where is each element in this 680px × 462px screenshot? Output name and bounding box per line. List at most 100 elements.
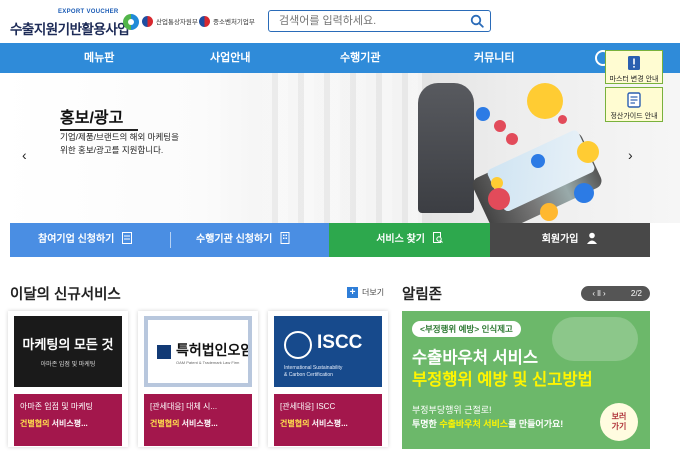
notice-headline: 수출바우처 서비스: [412, 349, 539, 367]
service-card-info: [관세대응] 대체 시... 건별협의 서비스평...: [144, 394, 252, 446]
hero-prev-arrow-icon[interactable]: ‹: [22, 147, 27, 163]
hero-description: 기업/제품/브랜드의 해외 마케팅을 위한 홍보/광고를 지원합니다.: [60, 131, 220, 157]
signup-label: 회원가입: [541, 234, 579, 245]
logo-title: 수출지원기반활용사업: [10, 22, 130, 37]
globe-icon: [284, 331, 312, 359]
more-label: 더보기: [362, 288, 385, 297]
law-firm-logo-icon: [157, 345, 171, 359]
master-change-guide-button[interactable]: 마스터 변경 안내: [605, 50, 663, 84]
logo-mark-icon: [123, 14, 139, 30]
service-card-price-type: 건별협의: [20, 419, 50, 428]
user-icon: [587, 232, 598, 244]
service-card-meta: 건별협의 서비스평...: [150, 418, 246, 429]
header: EXPORT VOUCHER 수출지원기반활용사업 산업통상자원부 중소벤처기업…: [0, 0, 680, 43]
hero-next-arrow-icon[interactable]: ›: [628, 147, 633, 163]
service-card[interactable]: 특허법인오암 OAM Patent & Trademark Law Firm […: [138, 311, 258, 447]
service-card-price-type: 건별협의: [280, 419, 310, 428]
service-card-info: 아마존 입점 및 마케팅 건별협의 서비스평...: [14, 394, 122, 446]
like-icon: [476, 107, 490, 121]
hero-description-line: 위한 홍보/광고를 지원합니다.: [60, 145, 164, 155]
smile-emoji-icon: [527, 83, 563, 119]
notice-description-highlight: 수출바우처 서비스: [439, 419, 509, 429]
thumbnail-title: 특허법인오암: [176, 342, 252, 358]
find-service-label: 서비스 찾기: [376, 234, 425, 245]
service-card-info: [관세대응] ISCC 건별협의 서비스평...: [274, 394, 382, 446]
service-card-title: 아마존 입점 및 마케팅: [20, 402, 93, 411]
notice-title: 알림존: [402, 287, 443, 303]
thumbnail-subtitle: 아마존 입점 및 마케팅: [40, 362, 96, 368]
thumbnail-subtitle: International Sustainability & Carbon Ce…: [284, 365, 342, 379]
gov-logo-motie[interactable]: 산업통상자원부: [142, 13, 198, 29]
nav-item-community[interactable]: 커뮤니티: [474, 43, 514, 73]
service-card-title: [관세대응] ISCC: [280, 402, 336, 411]
site-logo[interactable]: EXPORT VOUCHER 수출지원기반활용사업: [10, 9, 139, 37]
heart-icon: [488, 188, 510, 210]
search-input[interactable]: [279, 13, 459, 29]
emblem-icon: [199, 15, 210, 27]
form-edit-icon: [122, 232, 133, 244]
search-document-icon: [432, 232, 443, 243]
service-card-meta-text: 서비스평...: [49, 419, 88, 428]
nav-item-menu[interactable]: 메뉴판: [84, 43, 114, 73]
apply-company-button[interactable]: 참여기업 신청하기: [38, 223, 133, 257]
logo-subtitle: EXPORT VOUCHER: [58, 9, 119, 15]
heart-eyes-emoji-icon: [577, 141, 599, 163]
like-icon: [531, 154, 545, 168]
service-card-thumbnail: 마케팅의 모든 것 아마존 입점 및 마케팅: [14, 316, 122, 387]
find-service-button[interactable]: 서비스 찾기: [329, 223, 490, 257]
heart-icon: [558, 115, 567, 124]
hero-background-curtain: [262, 73, 422, 223]
hero-background-lamp: [418, 83, 474, 213]
hero-banner[interactable]: 홍보/광고 기업/제품/브랜드의 해외 마케팅을 위한 홍보/광고를 지원합니다…: [0, 73, 680, 223]
side-button-label: 마스터 변경 안내: [609, 76, 659, 83]
service-card-thumbnail: 특허법인오암 OAM Patent & Trademark Law Firm: [144, 316, 252, 387]
view-button-label: 보러: [611, 412, 627, 421]
gov-logo-mss[interactable]: 중소벤처기업부: [199, 13, 255, 29]
service-card-meta: 건별협의 서비스평...: [280, 418, 376, 429]
plus-icon: +: [347, 287, 358, 298]
notice-description-text: 투명한: [412, 419, 440, 429]
search-icon[interactable]: [470, 14, 484, 28]
handshake-image: [552, 317, 638, 361]
thumbnail-subtitle: OAM Patent & Trademark Law Firm: [176, 360, 240, 365]
apply-agency-button[interactable]: 수행기관 신청하기: [196, 223, 290, 257]
nav-item-business[interactable]: 사업안내: [210, 43, 250, 73]
service-card-price-type: 건별협의: [150, 419, 180, 428]
emblem-icon: [142, 15, 153, 27]
service-card[interactable]: 마케팅의 모든 것 아마존 입점 및 마케팅 아마존 입점 및 마케팅 건별협의…: [8, 311, 128, 447]
notice-tag: <부정행위 예방> 인식제고: [412, 321, 521, 337]
thumbnail-subtitle-line: & Carbon Certification: [284, 372, 333, 378]
notice-description-text: 를 만들어가요!: [508, 419, 564, 429]
service-card-thumbnail: ISCC International Sustainability & Carb…: [274, 316, 382, 387]
apply-agency-label: 수행기관 신청하기: [196, 234, 273, 245]
thumbnail-subtitle-line: International Sustainability: [284, 365, 343, 371]
notice-banner[interactable]: <부정행위 예방> 인식제고 수출바우처 서비스 부정행위 예방 및 신고방법 …: [402, 311, 650, 449]
view-button[interactable]: 보러 가기: [600, 403, 638, 441]
settlement-guide-button[interactable]: 정산가이드 안내: [605, 87, 663, 122]
signup-button[interactable]: 회원가입: [490, 223, 650, 257]
search-box: [268, 10, 491, 32]
hero-description-line: 기업/제품/브랜드의 해외 마케팅을: [60, 132, 179, 142]
pager-controls[interactable]: ‹ ll ›: [587, 286, 611, 301]
laugh-emoji-icon: [540, 203, 558, 221]
side-button-label: 정산가이드 안내: [610, 113, 658, 120]
like-icon: [574, 183, 594, 203]
service-card-meta: 건별협의 서비스평...: [20, 418, 116, 429]
document-icon: [627, 92, 641, 108]
alert-document-icon: [628, 56, 640, 70]
notice-headline-highlight: 부정행위 예방 및 신고방법: [412, 371, 593, 389]
more-button[interactable]: + 더보기: [347, 287, 384, 298]
apply-company-label: 참여기업 신청하기: [38, 234, 115, 245]
building-icon: [280, 232, 290, 244]
nav-item-agency[interactable]: 수행기관: [340, 43, 380, 73]
service-card-meta-text: 서비스평...: [309, 419, 348, 428]
thumbnail-title: ISCC: [317, 332, 363, 353]
page: EXPORT VOUCHER 수출지원기반활용사업 산업통상자원부 중소벤처기업…: [0, 0, 680, 462]
heart-icon: [506, 133, 518, 145]
notice-description: 투명한 수출바우처 서비스를 만들어가요!: [412, 417, 563, 430]
new-services-title: 이달의 신규서비스: [10, 287, 121, 303]
action-bar-apply: 참여기업 신청하기 수행기관 신청하기: [10, 223, 329, 257]
gov-name: 중소벤처기업부: [213, 19, 255, 26]
notice-pager: ‹ ll › 2/2: [581, 286, 650, 301]
service-card[interactable]: ISCC International Sustainability & Carb…: [268, 311, 388, 447]
